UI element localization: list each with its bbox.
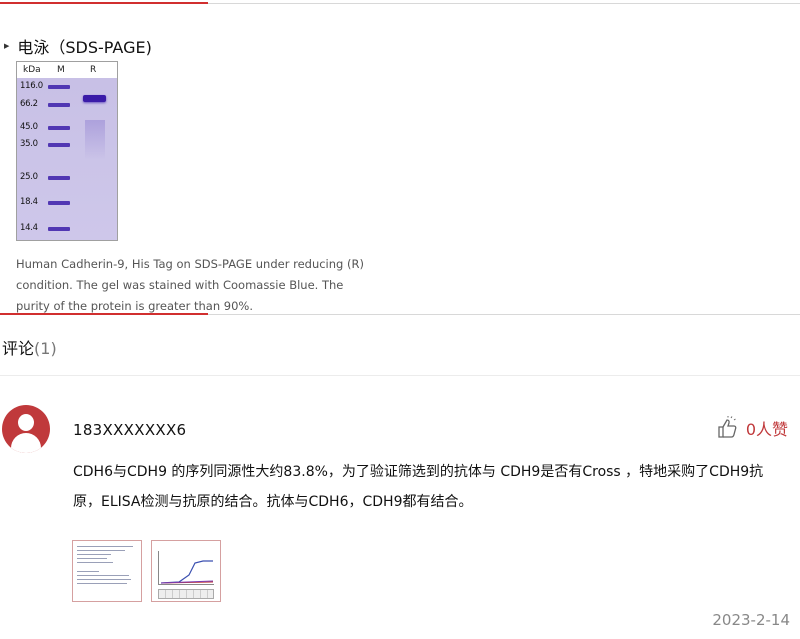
comments-title: 评论(1): [2, 335, 57, 359]
gel-reduced-lane-label: R: [90, 65, 97, 75]
thumbnail-text-line: [77, 583, 127, 584]
thumbs-up-icon: [718, 416, 737, 438]
section-divider: [0, 313, 800, 315]
gel-marker-label: 45.0: [20, 122, 38, 132]
gel-marker-band: [48, 143, 70, 147]
gel-caption: Human Cadherin-9, His Tag on SDS-PAGE un…: [16, 254, 376, 317]
like-count: 0人赞: [745, 420, 788, 439]
thumbnail-text-line: [77, 554, 111, 555]
gel-marker-label: 18.4: [20, 197, 38, 207]
avatar-shoulders: [11, 433, 41, 453]
gel-sample-smear: [85, 120, 105, 160]
comment-body-line: CDH6与CDH9 的序列同源性大约83.8%，为了验证筛选到的抗体与 CDH9…: [73, 464, 764, 480]
comment-date: 2023-2-14: [712, 611, 790, 629]
like-button[interactable]: 0人赞: [716, 416, 788, 440]
gel-kda-label: kDa: [23, 65, 41, 75]
gel-caption-line: Human Cadherin-9, His Tag on SDS-PAGE un…: [16, 257, 364, 271]
gel-header: kDa M R: [17, 62, 117, 78]
gel-body: 116.0 66.2 45.0 35.0 25.0 18.4 14.4: [17, 78, 117, 240]
top-divider: [0, 2, 800, 4]
thumbnail-text-line: [77, 558, 107, 559]
sds-page-gel-image: kDa M R 116.0 66.2 45.0 35.0 25.0 18.4 1…: [16, 61, 118, 241]
comment-attachment-thumbnail[interactable]: [72, 540, 142, 602]
gel-marker-band: [48, 176, 70, 180]
comments-title-text: 评论: [2, 339, 35, 358]
gel-marker-band: [48, 227, 70, 231]
gel-marker-band: [48, 103, 70, 107]
gel-marker-label: 66.2: [20, 99, 38, 109]
gel-marker-label: 35.0: [20, 139, 38, 149]
thumbnail-text-line: [77, 550, 125, 551]
gel-marker-band: [48, 85, 70, 89]
section-title-text: 电泳（SDS-PAGE): [17, 38, 152, 57]
gel-marker-label: 25.0: [20, 172, 38, 182]
gel-marker-lane-label: M: [57, 65, 65, 75]
thumbnail-plot: [158, 551, 214, 585]
thumbnail-text-line: [77, 575, 129, 576]
comments-count: (1): [34, 339, 57, 358]
gel-marker-band: [48, 201, 70, 205]
comment-body-line: 原，ELISA检测与抗原的结合。抗体与CDH6，CDH9都有结合。: [73, 494, 473, 510]
comment-body: CDH6与CDH9 的序列同源性大约83.8%，为了验证筛选到的抗体与 CDH9…: [73, 457, 788, 517]
comment-attachment-thumbnail[interactable]: [151, 540, 221, 602]
gel-marker-band: [48, 126, 70, 130]
section-title: ▶ 电泳（SDS-PAGE): [4, 34, 152, 58]
gel-marker-label: 14.4: [20, 223, 38, 233]
avatar-head: [18, 414, 34, 431]
thumbnail-curve: [160, 560, 214, 584]
gel-marker-label: 116.0: [20, 81, 43, 91]
top-divider-accent: [0, 2, 208, 4]
thumbnail-text-line: [77, 579, 131, 580]
thumbnail-text-line: [77, 546, 133, 547]
comment-username: 183XXXXXXX6: [73, 421, 187, 439]
section-divider-accent: [0, 313, 208, 315]
gel-caption-line: condition. The gel was stained with Coom…: [16, 278, 344, 292]
triangle-right-icon: ▶: [4, 42, 10, 50]
thumbnail-text-line: [77, 562, 113, 563]
thumbnail-table: [158, 589, 214, 599]
comments-divider: [0, 375, 800, 376]
user-icon: [2, 405, 50, 453]
gel-sample-band: [83, 95, 106, 102]
thumbnail-text-line: [77, 571, 99, 572]
